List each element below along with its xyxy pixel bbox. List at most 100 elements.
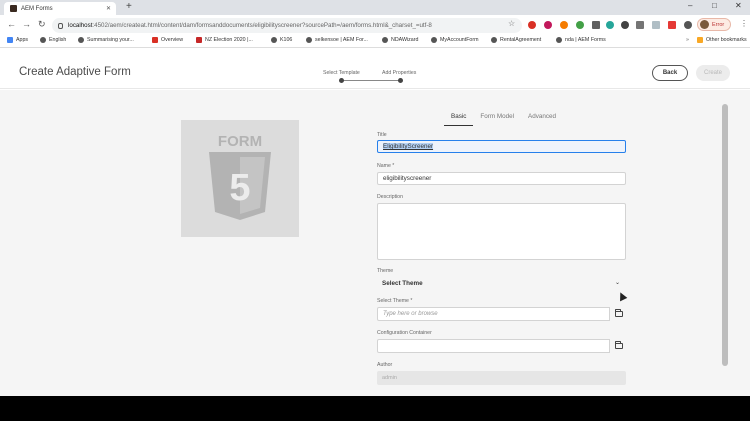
folder-icon <box>615 309 623 317</box>
profile-status: Error <box>712 21 725 28</box>
extension-icon[interactable] <box>544 21 552 29</box>
page-title: Create Adaptive Form <box>19 66 131 78</box>
avatar <box>700 20 709 29</box>
form-thumbnail: FORM 5 <box>181 120 299 237</box>
chevron-down-icon[interactable]: ⌄ <box>615 279 620 286</box>
other-bookmarks[interactable]: Other bookmarks <box>697 37 747 43</box>
bookmark-item[interactable]: Overview <box>152 37 183 43</box>
bookmark-item[interactable]: RentalAgreement <box>491 37 541 43</box>
profile-button[interactable]: Error <box>697 18 731 31</box>
extension-icon[interactable] <box>528 21 536 29</box>
select-theme-label: Select Theme * <box>377 298 413 304</box>
bookmark-item[interactable]: MyAccountForm <box>431 37 479 43</box>
globe-icon <box>271 37 277 43</box>
author-label: Author <box>377 362 393 368</box>
mouse-cursor <box>616 290 628 302</box>
extension-icon[interactable] <box>592 21 600 29</box>
html5-form-icon: FORM 5 <box>209 133 271 220</box>
thumbnail-text: FORM <box>218 133 262 150</box>
name-label: Name * <box>377 163 395 169</box>
browser-tab-bar: AEM Forms ✕ + – □ ✕ <box>0 0 750 15</box>
theme-label: Theme <box>377 268 394 274</box>
properties-tabs: Basic Form Model Advanced <box>444 112 563 126</box>
step-dot-current <box>398 78 403 83</box>
browser-tab[interactable]: AEM Forms ✕ <box>4 2 116 15</box>
bookmark-item[interactable]: NDAWizard <box>382 37 418 43</box>
bookmark-item[interactable]: nda | AEM Forms <box>556 37 606 43</box>
step-dot <box>339 78 344 83</box>
author-field: admin <box>377 371 626 385</box>
bookmark-apps[interactable]: Apps <box>7 37 28 43</box>
folder-icon <box>615 341 623 349</box>
info-icon[interactable] <box>58 22 63 29</box>
new-tab-button[interactable]: + <box>126 1 132 12</box>
address-bar[interactable]: localhost:4502/aem/createat.html/content… <box>52 18 522 33</box>
forward-arrow-icon[interactable]: → <box>22 19 31 29</box>
back-arrow-icon[interactable]: ← <box>7 19 16 29</box>
description-textarea[interactable] <box>377 203 626 260</box>
globe-icon <box>491 37 497 43</box>
config-container-input[interactable] <box>377 339 610 353</box>
globe-icon <box>40 37 46 43</box>
reload-icon[interactable]: ↻ <box>38 19 46 30</box>
close-window-button[interactable]: ✕ <box>735 1 742 10</box>
title-label: Title <box>377 132 387 138</box>
globe-icon <box>382 37 388 43</box>
scrollbar-thumb[interactable] <box>722 104 728 366</box>
url-text[interactable]: localhost:4502/aem/createat.html/content… <box>68 22 432 29</box>
step-connector <box>342 80 400 81</box>
back-button[interactable]: Back <box>652 65 688 81</box>
address-row: ← → ↻ localhost:4502/aem/createat.html/c… <box>0 15 750 35</box>
chevron-right-icon[interactable]: » <box>686 37 689 43</box>
title-field[interactable]: EligibilityScreener <box>377 140 626 153</box>
aem-favicon-icon <box>10 5 17 12</box>
extension-icon[interactable] <box>560 21 568 29</box>
app-header: Create Adaptive Form Select Template Add… <box>0 49 750 89</box>
create-button[interactable]: Create <box>696 65 730 81</box>
thumbnail-glyph: 5 <box>229 167 250 209</box>
browser-menu-icon[interactable]: ⋮ <box>740 19 748 28</box>
minimize-button[interactable]: – <box>688 1 692 10</box>
bookmark-item[interactable]: Summarising your... <box>78 37 134 43</box>
nz-herald-icon <box>196 37 202 43</box>
globe-icon <box>78 37 84 43</box>
globe-icon <box>306 37 312 43</box>
wizard-steps: Select Template Add Properties <box>318 70 428 86</box>
globe-icon <box>431 37 437 43</box>
tab-basic[interactable]: Basic <box>444 112 474 126</box>
tab-advanced[interactable]: Advanced <box>521 112 563 126</box>
tab-form-model[interactable]: Form Model <box>473 112 521 126</box>
extension-icon[interactable] <box>621 21 629 29</box>
globe-icon <box>556 37 562 43</box>
bookmark-star-icon[interactable]: ☆ <box>508 19 515 28</box>
aem-app: Create Adaptive Form Select Template Add… <box>0 49 750 396</box>
bookmark-item[interactable]: NZ Election 2020 |... <box>196 37 253 43</box>
tab-title: AEM Forms <box>21 5 53 12</box>
apps-grid-icon <box>7 37 13 43</box>
browse-config-button[interactable] <box>611 339 627 353</box>
bookmark-item[interactable]: K106 <box>271 37 292 43</box>
description-label: Description <box>377 194 403 200</box>
extensions-puzzle-icon[interactable] <box>684 21 692 29</box>
extension-icon[interactable] <box>652 21 660 29</box>
extension-icon[interactable] <box>668 21 676 29</box>
adobe-icon <box>152 37 158 43</box>
step-add-properties: Add Properties <box>382 70 417 76</box>
browse-theme-button[interactable] <box>611 307 627 321</box>
extension-icon[interactable] <box>636 21 644 29</box>
bookmark-item[interactable]: selkensoe | AEM For... <box>306 37 368 43</box>
theme-select[interactable]: Select Theme <box>377 277 626 290</box>
bookmark-item[interactable]: English <box>40 37 66 43</box>
letterbox-bar <box>0 396 750 421</box>
folder-icon <box>697 37 703 43</box>
extension-icon[interactable] <box>606 21 614 29</box>
name-field[interactable]: eligibilityscreener <box>377 172 626 185</box>
screen: AEM Forms ✕ + – □ ✕ ← → ↻ localhost:4502… <box>0 0 750 396</box>
bookmarks-bar: Apps English Summarising your... Overvie… <box>0 35 750 48</box>
restore-button[interactable]: □ <box>712 1 717 10</box>
tab-close-icon[interactable]: ✕ <box>106 5 111 12</box>
step-select-template[interactable]: Select Template <box>323 70 360 76</box>
extension-icon[interactable] <box>576 21 584 29</box>
properties-panel: FORM 5 Basic Form Model Advanced Title E… <box>0 90 750 396</box>
theme-path-input[interactable]: Type here or browse <box>377 307 610 321</box>
